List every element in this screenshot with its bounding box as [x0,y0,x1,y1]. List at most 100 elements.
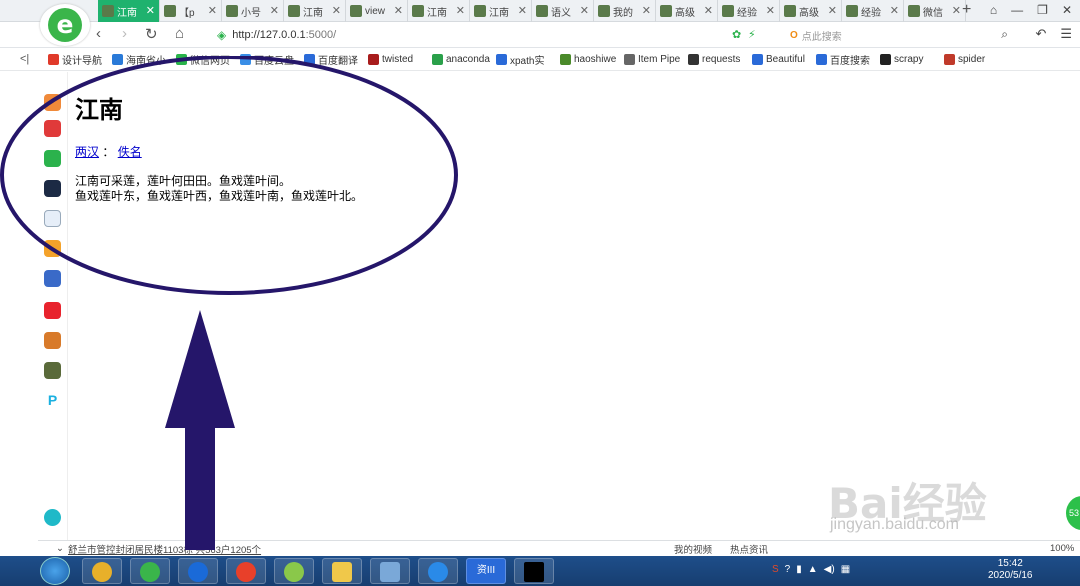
sidebar-p-icon[interactable]: P [44,392,61,409]
back-button[interactable]: ‹ [96,25,101,42]
taskbar-folder[interactable] [322,558,362,584]
tab-12[interactable]: 经验 ✕ [842,0,904,22]
tab-close-icon[interactable]: ✕ [580,4,589,17]
sidebar-game-3-icon[interactable] [44,332,61,349]
taskbar-ie[interactable] [418,558,458,584]
my-video-link[interactable]: 我的视频 [674,542,712,556]
tab-favicon-icon [846,5,858,17]
bookmark-10[interactable]: requests [688,54,748,65]
taskbar-terminal[interactable] [514,558,554,584]
refresh-icon[interactable]: ✿ [732,28,741,41]
help-icon[interactable]: ? [785,564,791,575]
secure-shield-icon: ◈ [217,28,227,42]
menu-icon[interactable]: ☰ [1060,26,1072,42]
bookmark-9[interactable]: Item Pipe [624,54,684,65]
tab-close-icon[interactable]: ✕ [704,4,713,17]
bookmark-icon [880,54,891,65]
close-window-button[interactable]: ✕ [1062,3,1072,17]
minimize-button[interactable]: — [1011,3,1023,17]
new-tab-button[interactable]: + [962,1,971,19]
tab-0[interactable]: 江南 ✕ [98,0,160,22]
tab-close-icon[interactable]: ✕ [456,4,465,17]
speed-icon[interactable]: ⚡ [748,28,756,41]
bookmark-12[interactable]: 百度搜索 [816,52,876,67]
clock-date: 2020/5/16 [988,570,1033,581]
battery-icon[interactable]: ▮ [796,564,802,575]
tab-close-icon[interactable]: ✕ [270,4,279,17]
clock-time: 15:42 [997,558,1023,569]
browser-logo[interactable]: e [40,4,90,46]
tab-close-icon[interactable]: ✕ [766,4,775,17]
tab-title: 江南 [303,7,323,19]
bookmark-13[interactable]: scrapy [880,54,940,65]
bookmark-label: spider [958,54,986,65]
status-tools: 我的视频 热点资讯 [674,542,768,556]
tab-11[interactable]: 高级 ✕ [780,0,842,22]
tab-bar: 江南 ✕ 【p ✕ 小号 ✕ 江南 ✕ view ✕ 江南 ✕ 江南 ✕ 语义 ✕ 我的 ✕ 高级 ✕ 经验 ✕ 高级 ✕ 经验… [0,0,1080,22]
ime-icon[interactable]: S [772,564,779,575]
zoom-level[interactable]: 100% [1050,543,1074,554]
search-icon[interactable]: ⌕ [1001,27,1008,42]
bookmark-8[interactable]: haoshiwe [560,54,620,65]
tab-favicon-icon [164,5,176,17]
tab-6[interactable]: 江南 ✕ [470,0,532,22]
tab-close-icon[interactable]: ✕ [146,4,155,17]
search-box[interactable]: O 点此搜索 ⌕ [786,25,1012,45]
hot-news-link[interactable]: 热点资讯 [730,542,768,556]
taskbar-active-app[interactable]: 资III [466,558,506,584]
tab-title: 江南 [489,7,509,19]
tab-7[interactable]: 语义 ✕ [532,0,594,22]
taskbar-browser[interactable] [130,558,170,584]
tray-up-icon[interactable]: ▲ [808,564,818,575]
undo-icon[interactable]: ↶ [1035,26,1046,42]
restore-button[interactable]: ❐ [1037,3,1048,17]
bookmark-icon [688,54,699,65]
tab-close-icon[interactable]: ✕ [208,4,217,17]
floating-badge[interactable]: 53 [1066,496,1080,530]
tab-4[interactable]: view ✕ [346,0,408,22]
bookmark-14[interactable]: spider [944,54,1004,65]
start-button[interactable] [40,557,70,585]
taskbar-app-4[interactable] [274,558,314,584]
tab-5[interactable]: 江南 ✕ [408,0,470,22]
bookmark-7[interactable]: xpath实 [496,52,556,67]
clock[interactable]: 15:42 2020/5/16 [988,558,1033,582]
tab-close-icon[interactable]: ✕ [518,4,527,17]
tab-close-icon[interactable]: ✕ [890,4,899,17]
search-engine-icon[interactable]: O [790,30,798,41]
tab-favicon-icon [660,5,672,17]
tab-3[interactable]: 江南 ✕ [284,0,346,22]
taskbar-app-1[interactable] [82,558,122,584]
address-bar[interactable]: ◈ http://127.0.0.1:5000/ [210,25,784,45]
chevron-down-icon[interactable]: ⌄ [56,543,64,554]
bookmark-icon [752,54,763,65]
tab-close-icon[interactable]: ✕ [332,4,341,17]
tab-close-icon[interactable]: ✕ [394,4,403,17]
forward-button[interactable]: › [122,25,127,42]
bookmark-icon [944,54,955,65]
taskbar-app-6[interactable] [370,558,410,584]
sidebar-game-4-icon[interactable] [44,362,61,379]
taskbar-app-k[interactable] [178,558,218,584]
tab-10[interactable]: 经验 ✕ [718,0,780,22]
tab-title: 小号 [241,7,261,19]
tab-2[interactable]: 小号 ✕ [222,0,284,22]
tab-8[interactable]: 我的 ✕ [594,0,656,22]
tab-close-icon[interactable]: ✕ [952,4,961,17]
system-tray: S ? ▮ ▲ ◀) ▦ [772,564,850,575]
tab-close-icon[interactable]: ✕ [828,4,837,17]
tab-close-icon[interactable]: ✕ [642,4,651,17]
network-icon[interactable]: ▦ [841,564,850,575]
home-button[interactable]: ⌂ [175,25,184,42]
volume-icon[interactable]: ◀) [824,564,835,575]
taskbar-chrome[interactable] [226,558,266,584]
reload-button[interactable]: ↻ [145,25,158,43]
tab-title: 高级 [675,7,695,19]
tab-13[interactable]: 微信 ✕ [904,0,966,22]
tab-strip: 江南 ✕ 【p ✕ 小号 ✕ 江南 ✕ view ✕ 江南 ✕ 江南 ✕ 语义 ✕ 我的 ✕ 高级 ✕ 经验 ✕ 高级 ✕ 经验… [98,0,966,22]
tab-1[interactable]: 【p ✕ [160,0,222,22]
tab-9[interactable]: 高级 ✕ [656,0,718,22]
sidebar-add-icon[interactable] [44,509,61,526]
skin-icon[interactable]: ⌂ [990,3,997,17]
bookmark-11[interactable]: Beautiful [752,54,812,65]
